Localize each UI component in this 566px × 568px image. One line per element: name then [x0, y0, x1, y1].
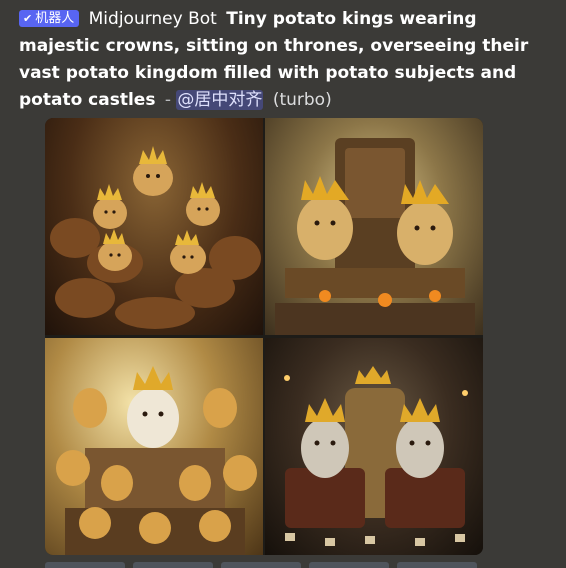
image-tile-1[interactable]: [45, 118, 263, 335]
chat-message: ✔ 机器人 Midjourney Bot Tiny potato kings we…: [0, 0, 566, 568]
action-button-1[interactable]: [45, 562, 125, 568]
action-button-5[interactable]: [397, 562, 477, 568]
verified-check-icon: ✔: [23, 12, 33, 25]
potato-kings-image-1: [50, 146, 261, 329]
image-tile-4[interactable]: [265, 338, 483, 555]
action-button-2[interactable]: [133, 562, 213, 568]
potato-kings-image-4: [284, 366, 468, 546]
potato-kings-image-3: [56, 366, 257, 555]
potato-kings-image-2: [275, 138, 475, 335]
action-buttons-row: [45, 562, 483, 568]
mode-label: (turbo): [272, 90, 332, 110]
author-name[interactable]: Midjourney Bot: [89, 9, 217, 29]
message-header: ✔ 机器人 Midjourney Bot Tiny potato kings we…: [19, 6, 549, 114]
image-tile-3[interactable]: [45, 338, 263, 555]
separator: -: [164, 90, 171, 110]
user-mention[interactable]: @居中对齐: [176, 90, 264, 110]
bot-tag-label: 机器人: [35, 11, 75, 26]
image-grid[interactable]: [45, 118, 483, 555]
action-button-4[interactable]: [309, 562, 389, 568]
image-tile-2[interactable]: [265, 118, 483, 335]
bot-tag: ✔ 机器人: [19, 10, 80, 27]
action-button-3[interactable]: [221, 562, 301, 568]
